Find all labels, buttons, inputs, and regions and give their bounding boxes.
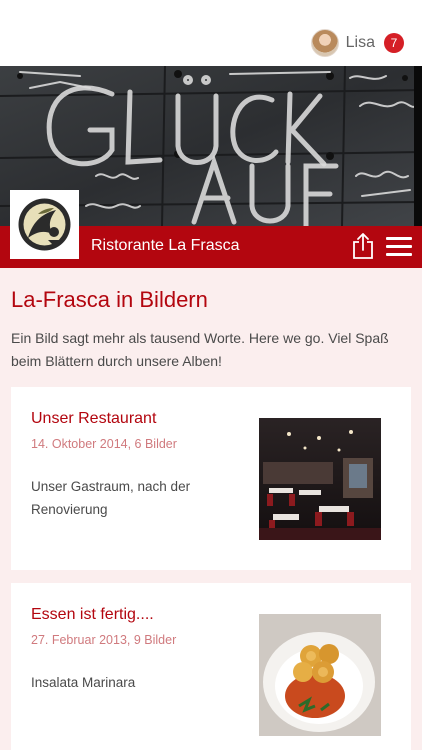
album-title[interactable]: Unser Restaurant	[31, 410, 156, 428]
notification-badge[interactable]: 7	[384, 33, 404, 53]
hamburger-menu-icon	[386, 253, 412, 256]
album-description: Unser Gastraum, nach der Renovierung	[31, 479, 191, 517]
album-thumbnail[interactable]	[259, 418, 381, 540]
album-title[interactable]: Essen ist fertig....	[31, 606, 154, 624]
album-card[interactable]: Unser Restaurant 14. Oktober 2014, 6 Bil…	[11, 387, 411, 570]
share-icon	[353, 233, 373, 259]
restaurant-name[interactable]: Ristorante La Frasca	[91, 237, 240, 255]
food-dish-image	[259, 614, 381, 736]
share-button[interactable]	[352, 232, 374, 260]
restaurant-logo[interactable]	[10, 190, 79, 259]
hamburger-menu-icon	[386, 245, 412, 248]
album-description: Insalata Marinara	[31, 675, 136, 690]
album-meta: 14. Oktober 2014, 6 Bilder	[31, 437, 177, 451]
menu-button[interactable]	[386, 237, 412, 257]
hamburger-menu-icon	[386, 237, 412, 240]
album-card[interactable]: Essen ist fertig.... 27. Februar 2013, 9…	[11, 583, 411, 750]
page-intro: Ein Bild sagt mehr als tausend Worte. He…	[11, 330, 389, 369]
logo-icon	[14, 194, 75, 255]
user-name[interactable]: Lisa	[346, 34, 375, 52]
top-bar: Lisa 7	[0, 0, 422, 66]
avatar[interactable]	[310, 29, 339, 57]
album-meta: 27. Februar 2013, 9 Bilder	[31, 633, 177, 647]
user-menu[interactable]: Lisa 7	[310, 29, 404, 57]
restaurant-interior-image	[259, 418, 381, 540]
page-title: La-Frasca in Bildern	[11, 287, 208, 312]
album-thumbnail[interactable]	[259, 614, 381, 736]
